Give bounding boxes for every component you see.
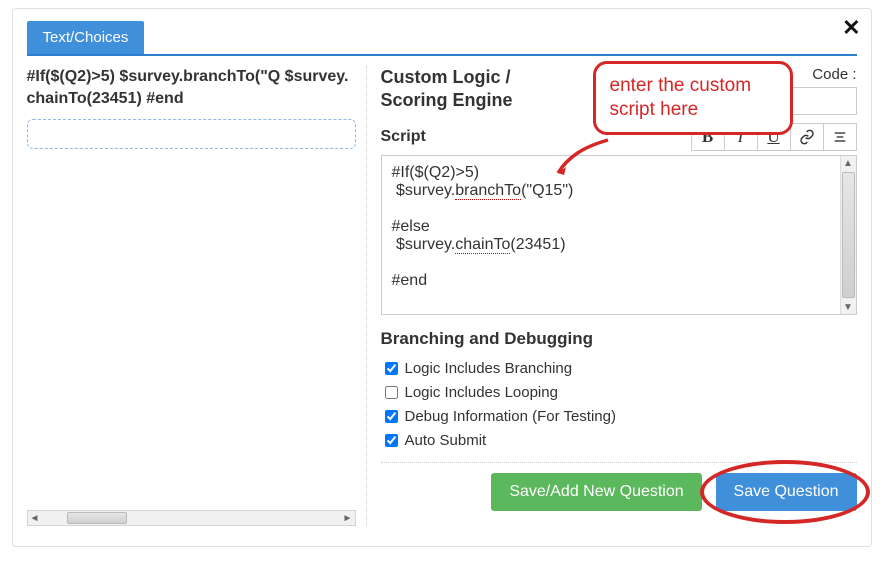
annotation-arrow (553, 137, 613, 177)
checkbox-1[interactable] (385, 386, 398, 399)
question-editor-modal: ✕ Text/Choices #If($(Q2)>5) $survey.bran… (12, 8, 872, 547)
checkbox-label: Auto Submit (405, 432, 487, 449)
hscroll-track[interactable] (42, 511, 341, 525)
scroll-left-icon[interactable]: ◄ (28, 511, 42, 525)
horizontal-scrollbar[interactable]: ◄ ► (27, 510, 356, 526)
script-label: Script (381, 128, 426, 146)
section-title-line2: Scoring Engine (381, 90, 513, 110)
left-preview-pane: #If($(Q2)>5) $survey.branchTo("Q $survey… (27, 66, 367, 526)
preview-script-text: #If($(Q2)>5) $survey.branchTo("Q $survey… (27, 66, 356, 109)
checkbox-2[interactable] (385, 410, 398, 423)
vertical-scrollbar[interactable]: ▲ ▼ (840, 156, 856, 314)
align-center-icon (832, 129, 848, 145)
checkbox-row[interactable]: Auto Submit (381, 431, 857, 450)
vscroll-track[interactable] (841, 170, 856, 300)
annotation-callout: enter the custom script here (593, 61, 793, 135)
branching-title: Branching and Debugging (381, 329, 857, 349)
checkbox-label: Logic Includes Branching (405, 360, 573, 377)
checkbox-row[interactable]: Logic Includes Looping (381, 383, 857, 402)
section-title: Custom Logic / Scoring Engine (381, 66, 541, 113)
save-button[interactable]: Save Question (716, 473, 857, 511)
checkbox-row[interactable]: Logic Includes Branching (381, 359, 857, 378)
checkbox-label: Logic Includes Looping (405, 384, 558, 401)
tab-text-choices[interactable]: Text/Choices (27, 21, 145, 54)
close-icon[interactable]: ✕ (842, 15, 860, 41)
action-bar: Save/Add New Question Save Question (381, 462, 857, 511)
hscroll-thumb[interactable] (67, 512, 127, 524)
script-editor-content[interactable]: #If($(Q2)>5) $survey.branchTo("Q15") #el… (382, 156, 840, 314)
link-icon (799, 129, 815, 145)
checkbox-3[interactable] (385, 434, 398, 447)
vscroll-thumb[interactable] (842, 172, 855, 298)
script-editor[interactable]: #If($(Q2)>5) $survey.branchTo("Q15") #el… (381, 155, 857, 315)
align-button[interactable] (823, 123, 857, 151)
save-add-button[interactable]: Save/Add New Question (491, 473, 701, 511)
checkbox-label: Debug Information (For Testing) (405, 408, 617, 425)
link-button[interactable] (790, 123, 824, 151)
scroll-right-icon[interactable]: ► (341, 511, 355, 525)
section-title-line1: Custom Logic / (381, 67, 511, 87)
checkbox-0[interactable] (385, 362, 398, 375)
preview-dropzone[interactable] (27, 119, 356, 149)
tab-bar: Text/Choices (27, 21, 857, 56)
scroll-down-icon[interactable]: ▼ (841, 300, 856, 314)
scroll-up-icon[interactable]: ▲ (841, 156, 856, 170)
checkbox-row[interactable]: Debug Information (For Testing) (381, 407, 857, 426)
